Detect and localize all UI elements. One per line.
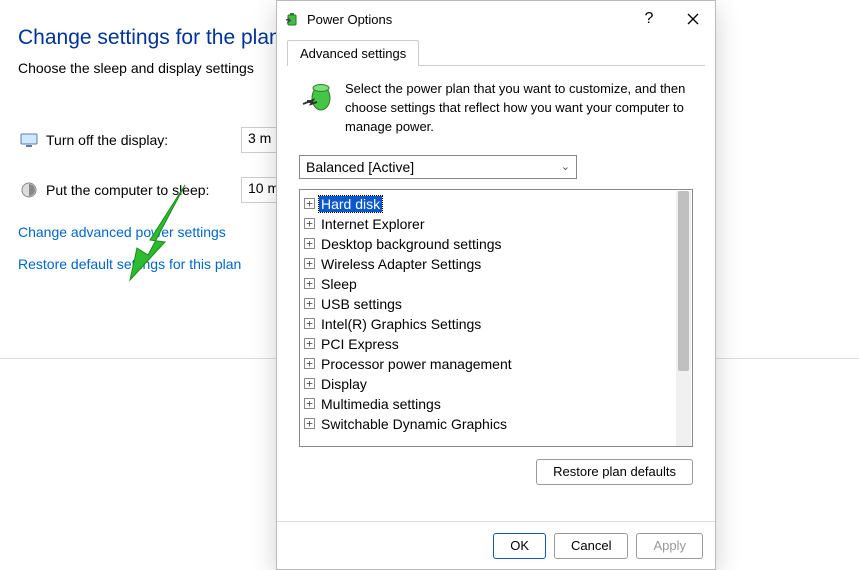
power-plan-icon xyxy=(299,80,335,116)
power-options-dialog: Power Options ? Advanced settings Select… xyxy=(276,0,716,570)
help-button[interactable]: ? xyxy=(627,10,671,28)
tree-item[interactable]: + Sleep xyxy=(302,274,690,294)
expand-icon[interactable]: + xyxy=(304,418,315,429)
close-button[interactable] xyxy=(671,1,715,37)
expand-icon[interactable]: + xyxy=(304,318,315,329)
tab-advanced-settings[interactable]: Advanced settings xyxy=(287,40,419,66)
tree-item[interactable]: + PCI Express xyxy=(302,334,690,354)
expand-icon[interactable]: + xyxy=(304,218,315,229)
tree-item[interactable]: + Display xyxy=(302,374,690,394)
tree-item[interactable]: + Wireless Adapter Settings xyxy=(302,254,690,274)
restore-plan-defaults-button[interactable]: Restore plan defaults xyxy=(536,459,693,485)
tree-item-label: Internet Explorer xyxy=(319,216,427,232)
expand-icon[interactable]: + xyxy=(304,298,315,309)
tree-item[interactable]: + Processor power management xyxy=(302,354,690,374)
tree-item-label: Sleep xyxy=(319,276,359,292)
tree-item-label: USB settings xyxy=(319,296,404,312)
expand-icon[interactable]: + xyxy=(304,338,315,349)
expand-icon[interactable]: + xyxy=(304,198,315,209)
tree-item[interactable]: + Hard disk xyxy=(302,194,690,214)
tree-item-label: Intel(R) Graphics Settings xyxy=(319,316,483,332)
cancel-button[interactable]: Cancel xyxy=(554,533,628,559)
expand-icon[interactable]: + xyxy=(304,378,315,389)
power-plan-select[interactable]: Balanced [Active] ⌄ xyxy=(299,155,577,179)
plan-select-value: Balanced [Active] xyxy=(306,159,414,175)
tree-item[interactable]: + Switchable Dynamic Graphics xyxy=(302,414,690,434)
display-icon xyxy=(18,129,40,151)
expand-icon[interactable]: + xyxy=(304,398,315,409)
tree-item-label: Desktop background settings xyxy=(319,236,504,252)
tree-item-label: PCI Express xyxy=(319,336,401,352)
tree-item[interactable]: + Desktop background settings xyxy=(302,234,690,254)
scrollbar[interactable] xyxy=(676,191,691,447)
expand-icon[interactable]: + xyxy=(304,278,315,289)
tree-item-label: Hard disk xyxy=(319,196,382,212)
tree-item-label: Display xyxy=(319,376,369,392)
sleep-label: Put the computer to sleep: xyxy=(46,182,241,198)
battery-icon xyxy=(285,11,301,27)
tree-item[interactable]: + Internet Explorer xyxy=(302,214,690,234)
display-off-dropdown[interactable]: 3 m xyxy=(241,127,278,153)
tree-item-label: Switchable Dynamic Graphics xyxy=(319,416,509,432)
expand-icon[interactable]: + xyxy=(304,358,315,369)
display-off-label: Turn off the display: xyxy=(46,132,241,148)
tree-item-label: Wireless Adapter Settings xyxy=(319,256,483,272)
dialog-title: Power Options xyxy=(307,12,392,27)
apply-button[interactable]: Apply xyxy=(636,533,703,559)
tree-item[interactable]: + Multimedia settings xyxy=(302,394,690,414)
expand-icon[interactable]: + xyxy=(304,258,315,269)
settings-tree[interactable]: + Hard disk + Internet Explorer + Desktop bac… xyxy=(299,189,693,447)
chevron-down-icon: ⌄ xyxy=(561,160,570,173)
tree-item-label: Multimedia settings xyxy=(319,396,443,412)
tree-item-label: Processor power management xyxy=(319,356,514,372)
expand-icon[interactable]: + xyxy=(304,238,315,249)
tree-item[interactable]: + Intel(R) Graphics Settings xyxy=(302,314,690,334)
ok-button[interactable]: OK xyxy=(493,533,546,559)
dialog-intro-text: Select the power plan that you want to c… xyxy=(345,80,693,137)
scrollbar-thumb[interactable] xyxy=(678,191,689,371)
tree-item[interactable]: + USB settings xyxy=(302,294,690,314)
sleep-icon xyxy=(18,179,40,201)
